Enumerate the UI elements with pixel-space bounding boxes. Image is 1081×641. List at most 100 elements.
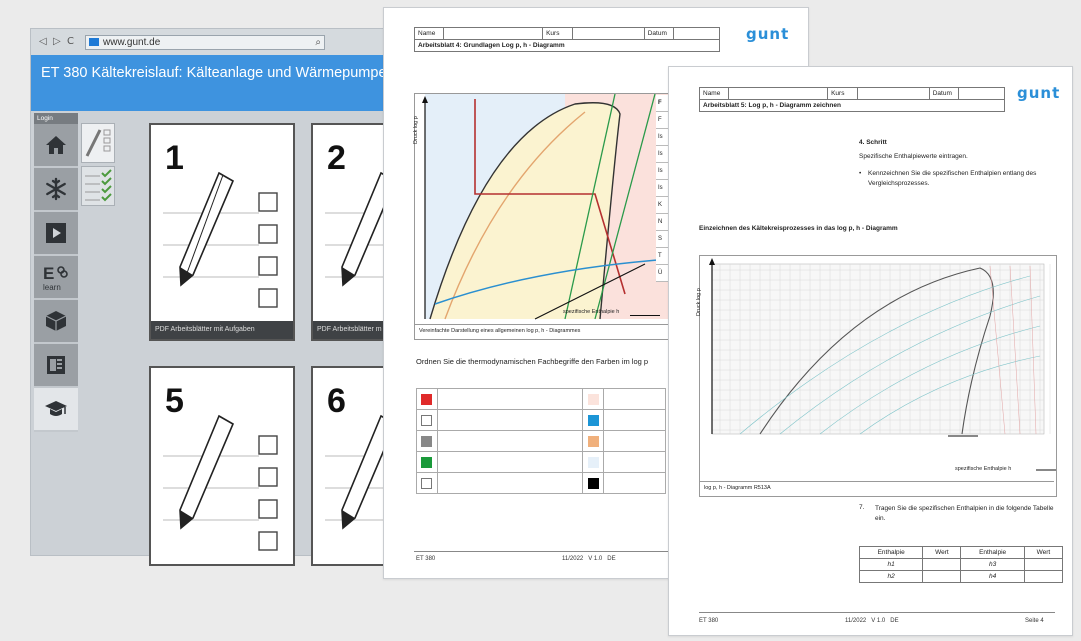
diagram-caption: log p, h - Diagramm R513A [700, 481, 1054, 494]
browser-toolbar: ◁ ▷ C www.gunt.de ⌕ [31, 29, 421, 55]
kurs-field[interactable] [856, 87, 930, 100]
step-heading: 4. Schritt [859, 139, 887, 146]
sidebar-item-elearning[interactable]: Elearn [34, 256, 78, 300]
sidebar-item-home[interactable] [34, 124, 78, 168]
footer-rule [414, 551, 674, 552]
solution-thumbnail[interactable] [81, 166, 115, 206]
datum-label: Datum [928, 87, 960, 100]
svg-text:E: E [43, 264, 54, 283]
term-field[interactable] [436, 409, 584, 431]
home-icon [46, 136, 66, 154]
book-icon [47, 356, 65, 374]
color-swatch-left [421, 393, 433, 405]
sidebar-item-documents[interactable] [34, 344, 78, 388]
favicon-icon [89, 38, 99, 46]
url-bar[interactable]: www.gunt.de ⌕ [85, 35, 325, 50]
term-field[interactable] [603, 472, 666, 494]
reload-button[interactable]: C [67, 36, 74, 47]
term-field[interactable] [603, 430, 666, 452]
sidebar-item-3d[interactable] [34, 300, 78, 344]
term-field[interactable] [436, 430, 584, 452]
pencil-checklist-icon [163, 171, 278, 308]
kurs-label: Kurs [827, 87, 858, 100]
datum-label: Datum [643, 27, 675, 40]
table-header: Wert [1023, 546, 1064, 559]
sidebar-item-worksheets[interactable] [34, 388, 78, 432]
table-cell: h4 [960, 570, 1025, 583]
step-bullet: • Kennzeichnen Sie die spezifischen Enth… [859, 169, 1049, 189]
name-field[interactable] [728, 87, 829, 100]
x-axis-label: spezifische Enthalpie h [955, 466, 1012, 472]
value-field[interactable] [1023, 570, 1064, 583]
worksheet-card-5[interactable]: 5 [149, 366, 295, 566]
footer-date: 11/2022 V 1.0 DE [562, 556, 616, 562]
color-swatch-left [421, 456, 433, 468]
color-swatch-right [587, 477, 599, 489]
login-button[interactable]: Login [34, 113, 78, 124]
datum-field[interactable] [673, 27, 720, 40]
table-row [416, 409, 666, 431]
value-field[interactable] [922, 558, 962, 571]
term-field[interactable] [436, 388, 584, 410]
snowflake-icon [46, 177, 66, 201]
term-field[interactable] [603, 451, 666, 473]
table-header: Enthalpie [858, 546, 924, 559]
sidebar-item-video[interactable] [34, 212, 78, 256]
term-field[interactable] [603, 388, 666, 410]
color-swatch-left [421, 435, 433, 447]
table-row [416, 388, 666, 410]
step-bullet-text: Kennzeichnen Sie die spezifischen Enthal… [868, 170, 1037, 187]
value-field[interactable] [1023, 558, 1064, 571]
enthalpy-table: Enthalpie Wert Enthalpie Wert h1 h3 h2 h… [858, 546, 1064, 583]
gunt-logo: gunt [1017, 84, 1061, 102]
x-axis-label: spezifische Enthalpie h [563, 309, 620, 315]
color-swatch-right [587, 435, 599, 447]
table-row [416, 472, 666, 494]
term-field[interactable] [436, 472, 584, 494]
name-field[interactable] [443, 27, 544, 40]
browser-window: ◁ ▷ C www.gunt.de ⌕ ET 380 Kältekreislau… [30, 28, 457, 566]
worksheet-card-1[interactable]: 1 PDF Arbeitsblätter mit Aufgaben [149, 123, 295, 341]
color-terms-table [416, 388, 666, 494]
e-learn-icon: Elearn [43, 264, 68, 292]
kurs-field[interactable] [571, 27, 645, 40]
table-cell: h2 [858, 570, 924, 583]
x-axis-arrow [630, 315, 660, 316]
svg-text:learn: learn [43, 283, 61, 292]
app-body: Login Elearn 1 PDF Arbeitsblätter mit Au… [31, 111, 457, 566]
footer-left: ET 380 [416, 556, 436, 562]
table-cell: h3 [960, 558, 1025, 571]
y-axis-label: Druck log p [696, 288, 702, 316]
term-field[interactable] [436, 451, 584, 473]
card-footer: PDF Arbeitsblätter mit Aufgaben [151, 321, 293, 339]
header-table: Name Kurs Datum Arbeitsblatt 4: Grundlag… [413, 27, 720, 52]
cube-icon [45, 311, 67, 331]
back-button[interactable]: ◁ [39, 36, 47, 47]
datum-field[interactable] [958, 87, 1005, 100]
sidebar: Login Elearn [34, 113, 78, 453]
search-icon[interactable]: ⌕ [315, 36, 321, 49]
url-text: www.gunt.de [103, 37, 161, 48]
table-row [416, 451, 666, 473]
logph-diagram: Druck log p spezifische Enthalpie h Vere… [413, 93, 676, 340]
color-swatch-left [421, 477, 433, 489]
y-axis-label: Druck log p [413, 116, 419, 144]
color-swatch-right [587, 456, 599, 468]
table-header: Wert [922, 546, 962, 559]
task-number: 7. [859, 504, 865, 511]
app-title: ET 380 Kältekreislauf: Kälteanlage und W… [41, 65, 387, 81]
sidebar-item-refrigeration[interactable] [34, 168, 78, 212]
gunt-logo: gunt [746, 25, 790, 43]
color-swatch-right [587, 414, 599, 426]
play-icon [46, 223, 66, 243]
forward-button[interactable]: ▷ [53, 36, 61, 47]
worksheet-page-5: Name Kurs Datum Arbeitsblatt 5: Log p, h… [668, 66, 1073, 636]
instruction-text: Ordnen Sie die thermodynamischen Fachbeg… [416, 357, 649, 366]
pencil-checklist-icon [163, 414, 278, 551]
term-field[interactable] [603, 409, 666, 431]
table-row [416, 430, 666, 452]
color-swatch-left [421, 414, 433, 426]
footer-date: 11/2022 V 1.0 DE [845, 618, 899, 624]
value-field[interactable] [922, 570, 962, 583]
worksheet-thumbnail[interactable] [81, 123, 115, 163]
